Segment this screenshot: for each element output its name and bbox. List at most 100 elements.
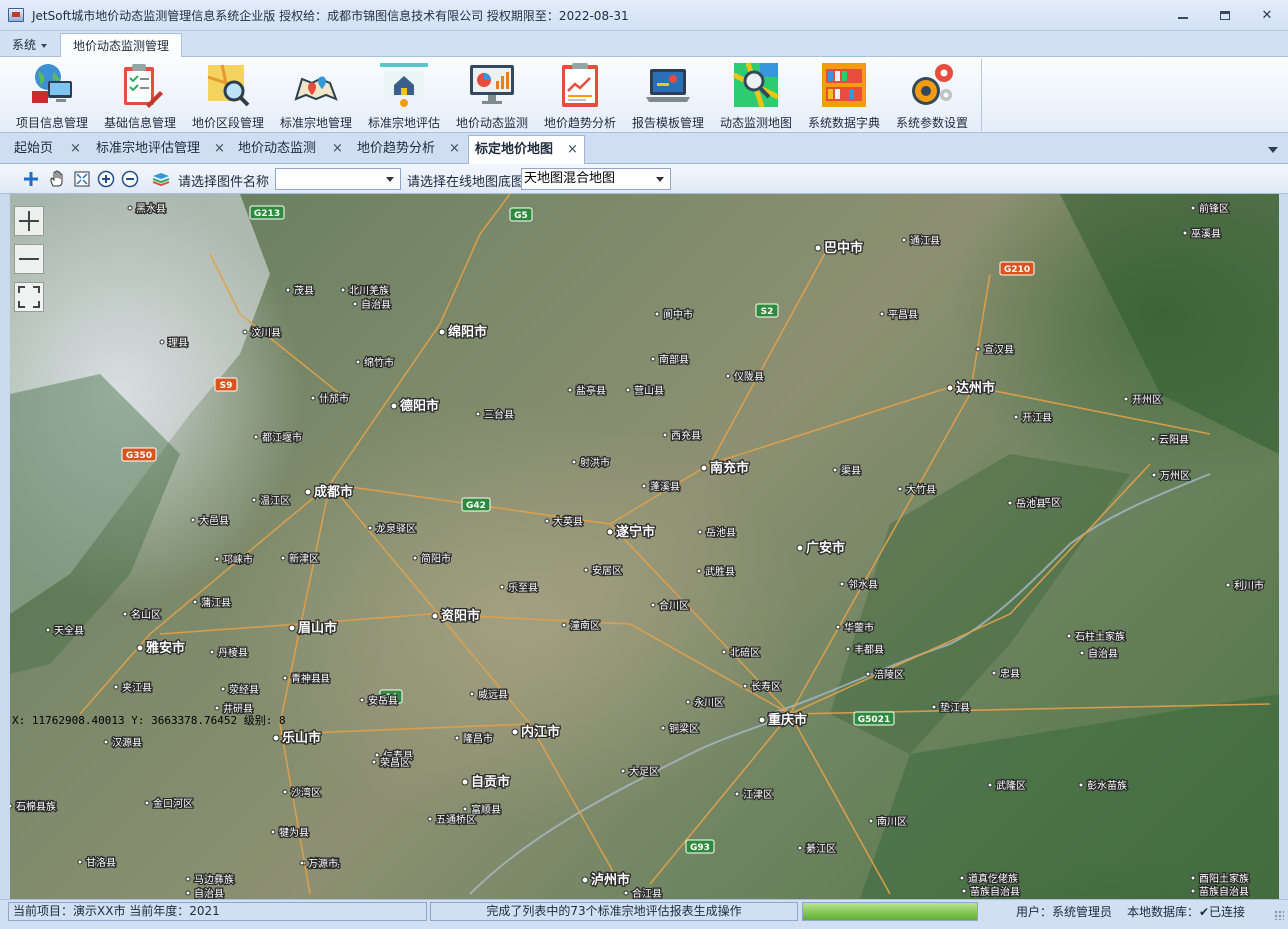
ribbon-button-land-sections[interactable]: 地价区段管理	[184, 59, 272, 131]
city-label-major: 泸州市	[591, 872, 630, 888]
close-icon[interactable]: ×	[449, 135, 460, 163]
menu-system[interactable]: 系统	[6, 33, 53, 58]
status-bar: 当前项目：演示XX市 当前年度：2021 完成了列表中的73个标准宗地评估报表生…	[0, 899, 1288, 929]
basemap-select[interactable]: 天地图混合地图	[521, 168, 671, 190]
city-marker	[758, 716, 766, 724]
map-fullscreen-button[interactable]	[14, 282, 44, 312]
city-marker	[282, 675, 288, 681]
map-zoom-in-button[interactable]	[14, 206, 44, 236]
maximize-button[interactable]	[1204, 0, 1246, 31]
city-label-minor: 武隆区	[996, 779, 1026, 792]
terrain-layer	[10, 194, 1279, 899]
city-label-minor: 武胜县	[705, 565, 735, 578]
city-label-minor: 岳池县	[706, 526, 736, 539]
city-marker	[438, 328, 446, 336]
city-marker	[839, 581, 845, 587]
city-label-minor: 荥经县	[229, 683, 259, 696]
add-icon[interactable]	[22, 170, 40, 188]
map-zoom-out-button[interactable]	[14, 244, 44, 274]
city-marker	[285, 287, 291, 293]
city-marker	[10, 803, 13, 809]
tab-parcel-evaluation-management[interactable]: 标准宗地评估管理 ×	[82, 135, 228, 164]
city-label-minor: 北川羌族	[349, 284, 389, 297]
tabs-dropdown-icon[interactable]	[1268, 147, 1278, 153]
ribbon-button-data-dictionary[interactable]: 系统数据字典	[800, 59, 888, 131]
ribbon-button-price-monitoring[interactable]: 地价动态监测	[448, 59, 536, 131]
ribbon-button-project-info[interactable]: 项目信息管理	[8, 59, 96, 131]
city-label-minor: 西充县	[671, 429, 701, 442]
city-marker	[544, 518, 550, 524]
close-icon[interactable]: ×	[567, 136, 578, 164]
close-button[interactable]: ✕	[1246, 0, 1288, 31]
city-label-minor: 犍为县	[279, 827, 309, 839]
city-marker	[835, 624, 841, 630]
tab-trend-analysis[interactable]: 地价趋势分析 ×	[343, 135, 465, 164]
status-project: 当前项目：演示XX市 当前年度：2021	[8, 902, 427, 921]
ribbon-button-standard-parcels[interactable]: 标准宗地管理	[272, 59, 360, 131]
city-label-minor: 射洪市	[580, 456, 610, 469]
city-marker	[454, 735, 460, 741]
ribbon-button-basic-info[interactable]: 基础信息管理	[96, 59, 184, 131]
city-label-minor: 合川区	[659, 599, 689, 612]
city-label-major: 遂宁市	[616, 524, 655, 540]
city-marker	[1150, 436, 1156, 442]
city-label-minor: 苗族自治县	[970, 885, 1020, 898]
resize-grip-icon[interactable]	[1274, 910, 1284, 920]
pan-hand-icon[interactable]	[48, 170, 66, 188]
menu-tab-land-price-monitoring[interactable]: 地价动态监测管理	[60, 33, 182, 58]
city-marker	[620, 768, 626, 774]
tab-start-page[interactable]: 起始页 ×	[0, 135, 86, 164]
city-label-minor: 仪陇县	[734, 370, 764, 383]
tab-benchmark-price-map[interactable]: 标定地价地图 ×	[468, 135, 585, 164]
ribbon-button-trend-analysis[interactable]: 地价趋势分析	[536, 59, 624, 131]
city-marker	[371, 759, 377, 765]
ribbon-button-report-templates[interactable]: 报告模板管理	[624, 59, 712, 131]
layer-select[interactable]	[275, 168, 401, 190]
city-marker	[991, 670, 997, 676]
city-label-minor: 邛崃市	[223, 553, 253, 566]
city-marker	[253, 434, 259, 440]
zoom-in-icon[interactable]	[97, 170, 115, 188]
ribbon-button-system-parameters[interactable]: 系统参数设置	[888, 59, 976, 131]
city-label-minor: 大竹县	[906, 483, 936, 496]
city-marker	[581, 876, 589, 884]
folded-map-pins-icon	[294, 76, 338, 101]
close-icon[interactable]: ×	[332, 135, 343, 163]
ribbon-group: 项目信息管理 基础信息管理 地价区段管理 标准宗地管理 标准宗地评估 地价动态监…	[8, 59, 982, 131]
minimize-button[interactable]	[1162, 0, 1204, 31]
city-marker	[606, 528, 614, 536]
map-magnifier-icon	[207, 64, 250, 107]
ribbon-button-monitoring-map[interactable]: 动态监测地图	[712, 59, 800, 131]
map-view[interactable]: G213 G5 G210 S2 S9 G350 G42 S4 G5021 G93 巴中市 绵阳市 德阳…	[10, 194, 1279, 899]
city-label-minor: 理县	[168, 337, 188, 349]
city-label-minor: 綦江区	[806, 842, 836, 855]
ribbon-button-parcel-evaluation[interactable]: 标准宗地评估	[360, 59, 448, 131]
city-marker	[251, 497, 257, 503]
close-icon[interactable]: ×	[70, 135, 81, 163]
minus-icon	[19, 258, 39, 260]
chevron-down-icon	[656, 177, 664, 182]
road-shield-label: G5	[514, 211, 528, 221]
tab-price-monitoring[interactable]: 地价动态监测 ×	[224, 135, 346, 164]
city-marker	[650, 356, 656, 362]
city-marker	[697, 529, 703, 535]
city-marker	[561, 622, 567, 628]
status-progress-bar	[802, 902, 978, 921]
city-marker	[280, 555, 286, 561]
city-marker	[1190, 205, 1196, 211]
city-label-minor: 开江县	[1022, 412, 1052, 424]
window-controls: ✕	[1162, 0, 1288, 31]
road-shield: G42	[461, 497, 491, 512]
road-shield: S9	[214, 377, 238, 392]
city-label-minor: 酉阳土家族	[1199, 872, 1249, 885]
city-label-major: 巴中市	[824, 240, 863, 256]
city-label-minor: 沙湾区	[291, 786, 321, 799]
city-label-minor: 彭水苗族	[1087, 779, 1127, 792]
city-marker	[299, 860, 305, 866]
zoom-out-icon[interactable]	[121, 170, 139, 188]
city-marker	[352, 301, 358, 307]
full-extent-icon[interactable]	[73, 170, 91, 188]
city-label-minor: 道真仡佬族	[968, 872, 1018, 885]
city-marker	[282, 789, 288, 795]
city-label-minor: 马边彝族	[194, 873, 234, 886]
